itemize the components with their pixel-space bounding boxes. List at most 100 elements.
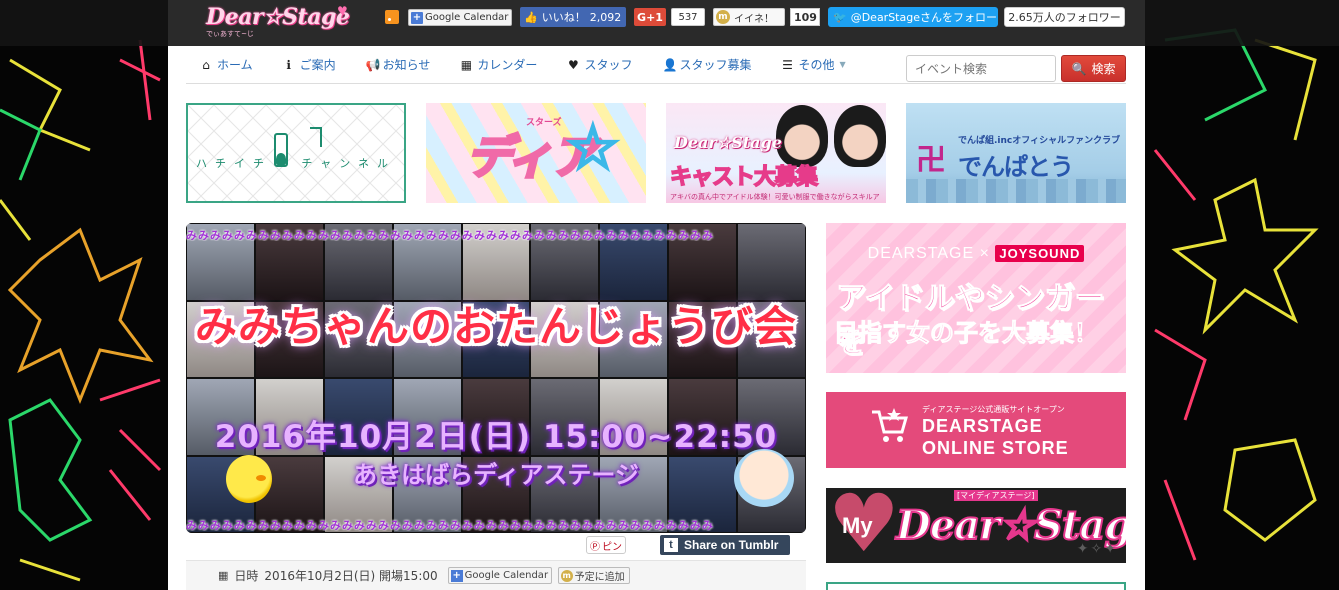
gplus-button[interactable]: G+1 (634, 8, 666, 26)
hero-date: 2016年10月2日(日) 15:00~22:50 (214, 419, 778, 455)
nav-label: その他 (798, 58, 835, 72)
heart-icon: ♥ (568, 57, 579, 72)
list-icon: ☰ (782, 57, 793, 72)
event-hero-image[interactable]: みみみみみみみみみみみみみみみみみみみみみみみみみみみみみみみみみみみみみみみみ… (186, 223, 806, 533)
banner-buildings (906, 179, 1126, 203)
mixi-button[interactable]: m イイネ！ (713, 8, 785, 26)
logo-text: Dear☆Stage (206, 4, 350, 30)
hero-venue: あきはばらディアステージ (353, 461, 639, 489)
nav-item-home[interactable]: ⌂ ホーム (200, 56, 253, 73)
add-google-calendar-button[interactable]: + Google Calendar (447, 567, 552, 584)
banner-cast-headline: キャスト大募集 (669, 164, 819, 191)
top-bar: Dear☆Stage でぃあすて~じ ♥ ▾ + Google Calendar… (0, 0, 1339, 46)
banner-joysound-audition[interactable]: DEARSTAGE × JOYSOUND アイドルやシンガーを 目指す女の子を大… (826, 223, 1126, 373)
nav-item-recruit[interactable]: 👤 スタッフ募集 (662, 56, 751, 73)
banner-dears[interactable]: スターズ ディア ☆ (426, 103, 646, 203)
nav-label: お知らせ (382, 58, 431, 72)
logo-sub: でぃあすて~じ (206, 30, 254, 38)
search-button[interactable]: 🔍 検索 (1061, 55, 1126, 82)
info-icon: ℹ (286, 57, 291, 72)
left-background-art (0, 0, 168, 590)
nav-label: ご案内 (299, 58, 336, 72)
nav-label: カレンダー (477, 58, 538, 72)
nav-label: スタッフ募集 (679, 58, 752, 72)
sparkle-icon: ✦✧✦ (1076, 541, 1118, 557)
event-datetime-label: 日時 (234, 569, 259, 583)
hero-pattern-strip-top: みみみみみみみみみみみみみみみみみみみみみみみみみみみみみみみみみみみみみみみみ… (186, 229, 714, 241)
cast-photo (776, 105, 828, 167)
nav-item-calendar[interactable]: ▦ カレンダー (460, 56, 538, 73)
banner-denpatoh[interactable]: 卍 でんぱ組.incオフィシャルファンクラブ でんぱとう (906, 103, 1126, 203)
rss-icon[interactable] (385, 10, 399, 24)
pinterest-pin-button[interactable]: Ⓟ ピン (586, 536, 626, 554)
event-datetime-value: 2016年10月2日(日) 開場15:00 (264, 569, 438, 583)
facebook-like-button[interactable]: 👍 いいね！ 2,092 (520, 7, 626, 27)
add-schedule-button[interactable]: m 予定に追加 (557, 567, 630, 584)
banner-my-dearstage[interactable]: ♥ My Dear☆Stage [マイディアステージ] ✦✧✦ (826, 488, 1126, 563)
store-line1: DEARSTAGE (922, 416, 1043, 436)
hero-pattern-strip-bottom: みみみみみみみみみみみみみみみみみみみみみみみみみみみみみみみみみみみみみみみみ… (186, 519, 714, 531)
banner-hachichi-text-right: チャンネル (301, 157, 396, 170)
banner-hachichi-text: ハチイチ チャンネル (188, 155, 404, 171)
mydear-my: My (842, 513, 873, 538)
nav-item-other[interactable]: ☰ その他 ▼ (781, 56, 846, 73)
baby-illustration (734, 449, 794, 507)
calendar-icon: ▦ (460, 57, 473, 72)
pin-label: ピン (602, 541, 622, 553)
store-line2: ONLINE STORE (922, 438, 1069, 458)
hero-title: みみちゃんのおたんじょうび会 (194, 302, 797, 351)
tumblr-share-button[interactable]: t Share on Tumblr (660, 535, 790, 555)
banner-cast-subtext: アキバの真ん中でアイドル体験！可愛い制服で働きながらスキルアップ！ (670, 193, 880, 201)
banner-pattern (188, 105, 404, 201)
plus-icon: + (411, 11, 423, 24)
nav-label: スタッフ (584, 58, 633, 72)
star-icon: ☆ (565, 112, 622, 185)
pinterest-icon: Ⓟ (590, 541, 600, 553)
mixi-icon: m (560, 569, 573, 582)
search-button-label: 検索 (1091, 62, 1116, 76)
banner-denpatoh-name: でんぱとう (958, 153, 1074, 181)
google-calendar-label: Google Calendar (464, 570, 549, 581)
twitter-follow-button[interactable]: 🐦 @DearStageさんをフォロー (828, 7, 998, 27)
cast-photo (834, 105, 886, 167)
nav-item-staff[interactable]: ♥ スタッフ (567, 56, 632, 73)
megaphone-icon: 📢 (365, 57, 381, 72)
plus-icon: + (450, 569, 463, 582)
nav-item-info[interactable]: ℹ ご案内 (283, 56, 336, 73)
mixi-label: イイネ！ (734, 13, 774, 25)
right-background-art (1145, 0, 1339, 590)
nav-item-news[interactable]: 📢 お知らせ (366, 56, 431, 73)
nav-label: ホーム (217, 58, 253, 72)
heart-icon: ♥ (337, 4, 348, 18)
main-container: ⌂ ホーム ℹ ご案内 📢 お知らせ ▦ カレンダー ♥ スタッフ 👤 スタッフ… (168, 46, 1145, 590)
shopping-cart-icon (872, 408, 908, 442)
banner-online-store[interactable]: ディアステージ公式通販サイトオープン DEARSTAGE ONLINE STOR… (826, 392, 1126, 468)
banner-cast-recruit[interactable]: Dear☆Stage キャスト大募集 アキバの真ん中でアイドル体験！可愛い制服で… (666, 103, 886, 203)
mydear-subtitle: [マイディアステージ] (954, 490, 1038, 501)
joysound-cross: × (979, 245, 990, 262)
twitter-bird-icon: 🐦 (833, 10, 847, 24)
add-schedule-label: 予定に追加 (574, 572, 625, 583)
facebook-like-label: いいね！ (541, 11, 586, 24)
denpa-logo-icon: 卍 (916, 143, 946, 178)
top-bar-inner: Dear☆Stage でぃあすて~じ ♥ ▾ + Google Calendar… (168, 0, 1145, 46)
event-datetime-row: ▦ 日時 2016年10月2日(日) 開場15:00 + Google Cale… (186, 560, 806, 590)
event-search-input[interactable] (906, 55, 1056, 82)
google-calendar-button[interactable]: + Google Calendar (408, 9, 512, 26)
banner-hachichi-text-left: ハチイチ (196, 157, 272, 170)
search-icon: 🔍 (1071, 61, 1087, 76)
chevron-down-icon: ▼ (839, 60, 846, 69)
chick-illustration (226, 455, 272, 503)
joysound-brand: DEARSTAGE (867, 245, 975, 262)
banner-hachichi-channel[interactable]: ハチイチ チャンネル (186, 103, 406, 203)
store-caption: ディアステージ公式通販サイトオープン (922, 405, 1065, 414)
mixi-icon: m (716, 10, 730, 24)
thumbs-up-icon: 👍 (524, 10, 538, 24)
twitter-follower-count: 2.65万人のフォロワー (1004, 7, 1125, 27)
facebook-like-count: 2,092 (589, 10, 622, 24)
user-icon: 👤 (662, 57, 678, 72)
bracket-shape (310, 127, 322, 147)
site-logo[interactable]: Dear☆Stage でぃあすて~じ ♥ ▾ (206, 4, 390, 38)
banner-denpatoh-caption: でんぱ組.incオフィシャルファンクラブ (958, 136, 1121, 146)
tumblr-icon: t (664, 538, 678, 552)
